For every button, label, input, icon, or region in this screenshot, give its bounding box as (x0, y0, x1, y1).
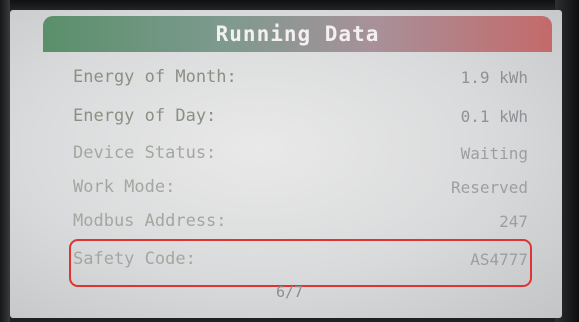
row-value: Waiting (460, 143, 528, 163)
data-row-energy-month: Energy of Month: 1.9 kWh (73, 62, 528, 92)
row-value: 1.9 kWh (460, 67, 528, 87)
device-bezel-left (0, 0, 10, 322)
data-row-energy-day: Energy of Day: 0.1 kWh (73, 101, 528, 131)
data-row-modbus-address: Modbus Address: 247 (73, 206, 528, 236)
row-label: Energy of Month: (73, 67, 237, 87)
page-indicator: 6/7 (275, 283, 304, 301)
row-value: 0.1 kWh (460, 106, 528, 126)
row-label: Work Mode: (73, 177, 176, 197)
row-value: 247 (499, 211, 528, 231)
row-label: Modbus Address: (73, 211, 227, 231)
data-row-device-status: Device Status: Waiting (73, 138, 528, 168)
row-label: Energy of Day: (73, 106, 217, 126)
screen-header: Running Data (43, 16, 552, 52)
row-label: Device Status: (73, 143, 217, 163)
safety-code-highlight-box (69, 239, 532, 287)
page-title: Running Data (215, 22, 380, 46)
data-row-work-mode: Work Mode: Reserved (73, 172, 528, 202)
row-value: Reserved (450, 177, 528, 197)
